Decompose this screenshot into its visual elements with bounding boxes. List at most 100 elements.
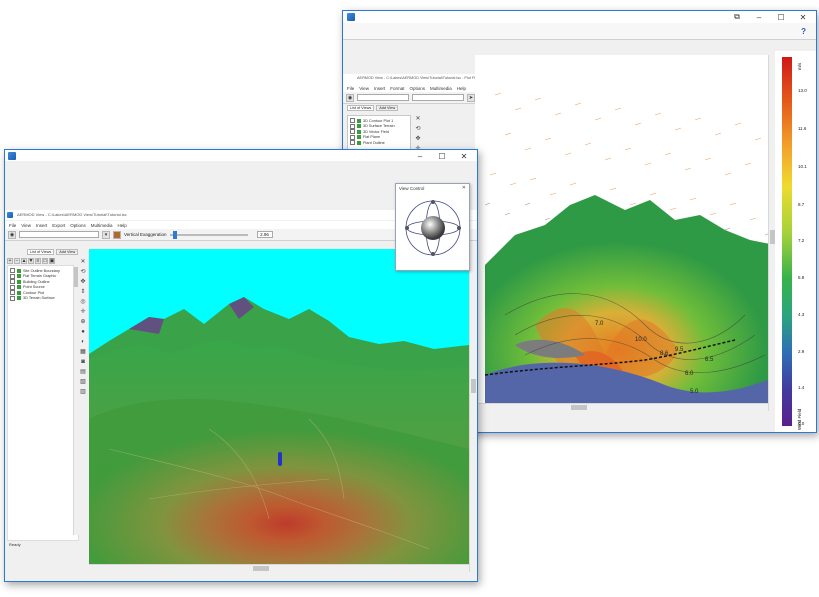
view-control-title: View Control bbox=[399, 186, 425, 191]
minimize-button[interactable]: – bbox=[748, 11, 770, 23]
tree-remove-icon[interactable]: − bbox=[14, 258, 20, 264]
front-slider-thumb[interactable] bbox=[173, 230, 178, 239]
back-view-tabs: List of Views Add View bbox=[347, 105, 399, 111]
front-title-bar[interactable]: – ☐ ✕ bbox=[5, 150, 477, 161]
colorbar-tick: 7.2 bbox=[798, 238, 805, 243]
menu-format[interactable]: Format bbox=[390, 86, 404, 91]
camera-icon[interactable]: ◉ bbox=[346, 93, 354, 102]
menu-multimedia[interactable]: Multimedia bbox=[430, 86, 452, 91]
rotate-icon[interactable]: ⟲ bbox=[80, 268, 87, 275]
tree-add-icon[interactable]: + bbox=[7, 258, 13, 264]
zoom-icon[interactable]: ⊕ bbox=[80, 318, 87, 325]
front-vertical-toolbar: ✕ ⟲ ✥ ⇕ ◎ ✛ ⊕ ● ◐ ▦ ◙ ▤ ▧ ▥ bbox=[78, 258, 88, 395]
colorbar bbox=[782, 57, 792, 426]
restore-button[interactable]: ⧉ bbox=[726, 11, 748, 23]
settings-icon[interactable]: ▥ bbox=[80, 388, 87, 395]
tree-down-icon[interactable]: ▼ bbox=[28, 258, 34, 264]
menu-options[interactable]: Options bbox=[409, 86, 425, 91]
back-3d-scene[interactable]: 10.0 9.5 8.6 6.0 5.0 6.5 7.0 bbox=[475, 55, 780, 410]
contour-label: 6.5 bbox=[705, 357, 714, 363]
contour-label: 7.0 bbox=[595, 321, 604, 327]
front-vert-exag-value[interactable]: 2.96 bbox=[256, 231, 273, 238]
tree-folder-icon[interactable]: ▭ bbox=[42, 258, 48, 264]
front-window-title: AERMOD View - C:\Lakes\AERMOD View\Tutor… bbox=[17, 212, 127, 217]
front-combo-1[interactable] bbox=[19, 231, 99, 238]
cube-icon[interactable] bbox=[113, 230, 121, 239]
front-vert-exag-slider[interactable] bbox=[169, 230, 248, 239]
select-icon[interactable]: ✕ bbox=[80, 258, 87, 265]
tree-properties-icon[interactable]: ≡ bbox=[35, 258, 41, 264]
front-vertical-scrollbar[interactable] bbox=[469, 249, 477, 572]
maximize-button[interactable]: ☐ bbox=[770, 11, 792, 23]
select-icon[interactable]: ✕ bbox=[415, 115, 422, 122]
view-control-panel[interactable]: View Control ✕ bbox=[395, 183, 470, 271]
menu-insert[interactable]: Insert bbox=[36, 223, 47, 228]
back-title-bar[interactable]: AERMOD View - C:\Lakes\AERMOD View\Tutor… bbox=[343, 11, 816, 23]
back-tab-list-of-views[interactable]: List of Views bbox=[347, 105, 375, 111]
colorbar-tick: 2.9 bbox=[798, 349, 805, 354]
export-icon[interactable]: ▧ bbox=[80, 378, 87, 385]
orbit-icon[interactable]: ◎ bbox=[80, 298, 87, 305]
tree-item[interactable]: 3D Terrain Surface bbox=[10, 295, 76, 302]
menu-export[interactable]: Export bbox=[52, 223, 65, 228]
move-icon[interactable]: ✛ bbox=[80, 308, 87, 315]
back-horizontal-scrollbar[interactable] bbox=[475, 403, 768, 411]
help-button[interactable]: ? bbox=[801, 27, 806, 36]
back-combo-2[interactable] bbox=[412, 94, 464, 101]
menu-help[interactable]: Help bbox=[118, 223, 127, 228]
tree-image-icon[interactable]: ▣ bbox=[49, 258, 55, 264]
menu-view[interactable]: View bbox=[359, 86, 369, 91]
back-tab-add-view[interactable]: Add View bbox=[376, 105, 399, 111]
menu-file[interactable]: File bbox=[9, 223, 16, 228]
tree-item[interactable]: Plant Outline bbox=[350, 140, 408, 146]
layer-icon[interactable]: ▦ bbox=[80, 348, 87, 355]
contour-label: 8.6 bbox=[660, 351, 669, 357]
arrow-icon[interactable]: ➤ bbox=[467, 93, 475, 102]
pan-icon[interactable]: ✥ bbox=[80, 278, 87, 285]
colorbar-unit-top: m/s bbox=[797, 62, 802, 70]
colorbar-tick: 8.7 bbox=[798, 202, 805, 207]
minimize-button[interactable]: – bbox=[409, 150, 431, 162]
front-tab-list-of-views[interactable]: List of Views bbox=[27, 249, 55, 255]
camera-icon[interactable]: ◉ bbox=[8, 230, 16, 239]
contour-label: 5.0 bbox=[690, 389, 699, 395]
arrow-icon[interactable]: ▾ bbox=[102, 230, 110, 239]
menu-options[interactable]: Options bbox=[70, 223, 86, 228]
rotate-icon[interactable]: ⟲ bbox=[415, 125, 422, 132]
app-icon bbox=[8, 152, 16, 160]
view-control-gizmo[interactable] bbox=[404, 199, 462, 257]
maximize-button[interactable]: ☐ bbox=[431, 150, 453, 162]
pan-icon[interactable]: ✥ bbox=[415, 135, 422, 142]
colorbar-tick: 13.0 bbox=[798, 88, 807, 93]
back-combo-1[interactable] bbox=[357, 94, 409, 101]
front-tree-toolbar: + − ▲ ▼ ≡ ▭ ▣ bbox=[7, 258, 55, 264]
colorbar-tick: 10.1 bbox=[798, 164, 807, 169]
menu-view[interactable]: View bbox=[21, 223, 31, 228]
close-button[interactable]: ✕ bbox=[792, 11, 814, 23]
colorbar-tick: 11.6 bbox=[798, 126, 807, 131]
menu-file[interactable]: File bbox=[347, 86, 354, 91]
point-source bbox=[278, 452, 282, 466]
view-control-close[interactable]: ✕ bbox=[462, 185, 466, 191]
grid-icon[interactable]: ▤ bbox=[80, 368, 87, 375]
tree-up-icon[interactable]: ▲ bbox=[21, 258, 27, 264]
back-top-toolbar: ? bbox=[343, 23, 816, 40]
front-vert-exag-label: Vertical Exaggeration bbox=[124, 232, 167, 237]
fill-icon[interactable]: ● bbox=[80, 328, 87, 335]
colorbar-unit: Wind Field bbox=[797, 408, 802, 430]
colorbar-tick: 5.8 bbox=[798, 275, 805, 280]
front-3d-scene[interactable] bbox=[89, 249, 469, 572]
front-view-tabs: List of Views Add View bbox=[27, 249, 79, 255]
menu-insert[interactable]: Insert bbox=[374, 86, 385, 91]
tilt-icon[interactable]: ⇕ bbox=[80, 288, 87, 295]
contour-label: 9.5 bbox=[675, 347, 684, 353]
front-tab-add-view[interactable]: Add View bbox=[56, 249, 79, 255]
camera-view-icon[interactable]: ◙ bbox=[80, 358, 87, 365]
light-icon[interactable]: ◐ bbox=[80, 338, 87, 345]
front-horizontal-scrollbar[interactable] bbox=[89, 564, 469, 572]
menu-multimedia[interactable]: Multimedia bbox=[91, 223, 113, 228]
close-button[interactable]: ✕ bbox=[453, 150, 475, 162]
menu-help[interactable]: Help bbox=[457, 86, 466, 91]
colorbar-tick: 1.4 bbox=[798, 385, 805, 390]
contour-label: 10.0 bbox=[635, 337, 647, 343]
